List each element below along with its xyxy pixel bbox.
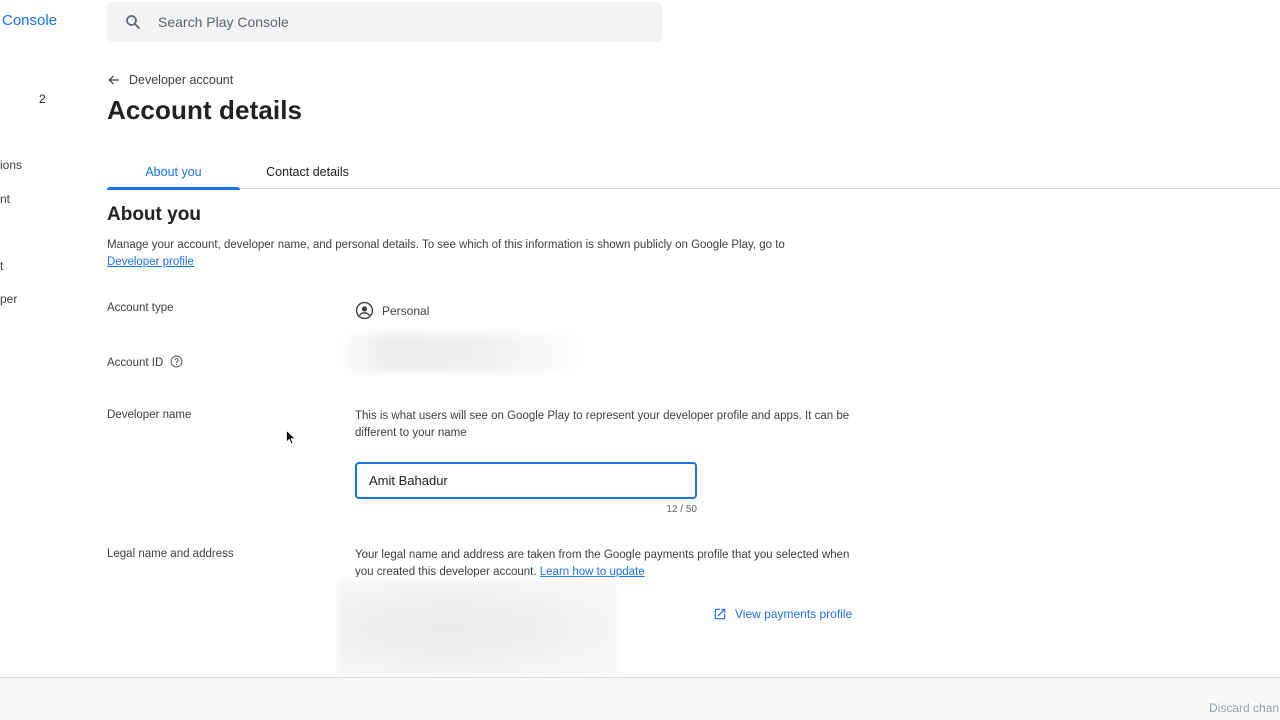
search-icon: [126, 15, 140, 29]
account-id-redacted: [338, 334, 590, 372]
developer-name-label: Developer name: [107, 409, 192, 421]
account-circle-icon: [355, 301, 374, 320]
app-brand[interactable]: Console: [2, 12, 57, 29]
sidebar-item-3[interactable]: t: [0, 259, 3, 273]
search-input[interactable]: [158, 14, 638, 30]
account-type-label: Account type: [107, 302, 174, 314]
developer-name-help: This is what users will see on Google Pl…: [355, 410, 850, 439]
developer-name-input[interactable]: [355, 462, 697, 499]
section-title: About you: [107, 204, 201, 225]
account-type-text: Personal: [382, 303, 430, 318]
sidebar: Console 2 ions nt t per: [0, 0, 96, 676]
legal-name-help: Your legal name and address are taken fr…: [355, 547, 865, 577]
developer-profile-link[interactable]: Developer profile: [107, 256, 194, 268]
view-payments-profile-link[interactable]: View payments profile: [713, 607, 852, 621]
arrow-back-icon: [108, 75, 119, 85]
view-payments-profile-label: View payments profile: [735, 607, 853, 621]
breadcrumb-back[interactable]: Developer account: [107, 73, 233, 87]
mouse-cursor-icon: [286, 430, 296, 445]
search-bar[interactable]: [107, 2, 662, 42]
learn-how-to-update-link[interactable]: Learn how to update: [540, 566, 645, 577]
tab-contact-details[interactable]: Contact details: [255, 154, 360, 189]
sidebar-item-1[interactable]: ions: [0, 158, 22, 172]
breadcrumb-label: Developer account: [129, 73, 234, 87]
section-description: Manage your account, developer name, and…: [107, 237, 847, 271]
legal-name-label: Legal name and address: [107, 548, 234, 560]
sidebar-badge-count: 2: [39, 92, 46, 106]
help-icon[interactable]: [170, 355, 183, 368]
discard-changes-button[interactable]: Discard chan: [1209, 701, 1279, 715]
section-description-text: Manage your account, developer name, and…: [107, 239, 785, 251]
sidebar-item-2[interactable]: nt: [0, 192, 10, 206]
legal-address-redacted: [338, 580, 618, 676]
character-counter: 12 / 50: [666, 504, 697, 515]
tab-about-you[interactable]: About you: [107, 154, 240, 190]
page-title: Account details: [107, 95, 303, 125]
sidebar-item-4[interactable]: per: [0, 292, 17, 306]
account-type-value: Personal: [355, 301, 429, 320]
account-id-label-text: Account ID: [107, 357, 164, 369]
tab-bar: About you Contact details: [107, 154, 1280, 190]
footer-bar: Discard chan: [0, 677, 1280, 720]
open-in-new-icon: [714, 608, 726, 620]
account-id-label: Account ID: [107, 355, 183, 369]
